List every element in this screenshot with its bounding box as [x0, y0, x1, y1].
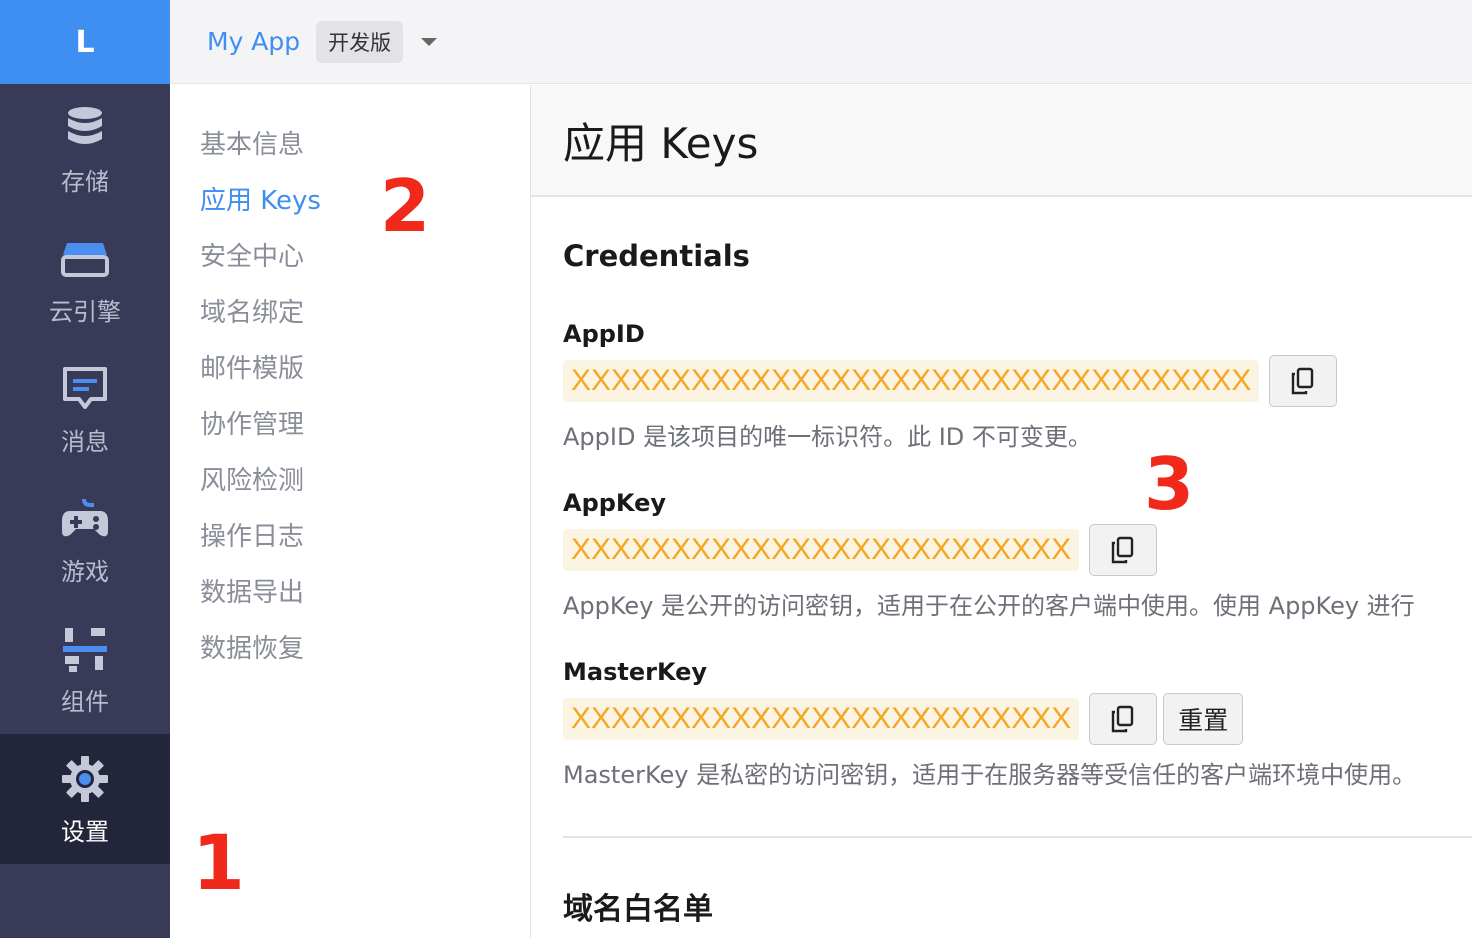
section-title-domain-whitelist: 域名白名单: [563, 892, 713, 927]
top-bar: My App 开发版: [170, 0, 1472, 84]
subnav-item-domain-binding[interactable]: 域名绑定: [170, 285, 530, 341]
copy-appid-button[interactable]: [1269, 355, 1338, 407]
page-title: 应用 Keys: [563, 118, 759, 168]
app-logo[interactable]: L: [0, 0, 170, 84]
rail-item-components[interactable]: 组件: [0, 604, 170, 734]
key-row: XXXXXXXXXXXXXXXXXXXXXXXXX 重置: [563, 693, 1472, 745]
key-row: XXXXXXXXXXXXXXXXXXXXXXXXX: [563, 524, 1472, 576]
rail-item-label: 存储: [61, 167, 109, 196]
annotation-3: 3: [1144, 442, 1195, 526]
main-rail: L 存储 云引擎 消息 游戏 组件 设置: [0, 0, 170, 938]
gear-icon: [58, 752, 112, 806]
subnav-item-basic-info[interactable]: 基本信息: [170, 117, 530, 173]
app-name-link[interactable]: My App: [207, 27, 300, 56]
field-label: AppID: [563, 320, 645, 348]
subnav-item-email-templates[interactable]: 邮件模版: [170, 341, 530, 397]
field-label: AppKey: [563, 489, 667, 517]
rail-item-cloud-engine[interactable]: 云引擎: [0, 214, 170, 344]
env-badge[interactable]: 开发版: [316, 20, 404, 63]
field-label: MasterKey: [563, 658, 708, 686]
section-divider: [563, 836, 1472, 838]
database-icon: [58, 102, 112, 156]
rail-item-message[interactable]: 消息: [0, 344, 170, 474]
copy-icon: [1112, 705, 1134, 733]
message-icon: [58, 362, 112, 416]
annotation-1: 1: [192, 818, 245, 907]
subnav-item-security[interactable]: 安全中心: [170, 229, 530, 285]
key-row: XXXXXXXXXXXXXXXXXXXXXXXXXXXXXXXXXX: [563, 355, 1472, 407]
field-appkey: AppKey XXXXXXXXXXXXXXXXXXXXXXXXX AppKey …: [563, 488, 1472, 621]
subnav-item-data-export[interactable]: 数据导出: [170, 565, 530, 621]
masterkey-value[interactable]: XXXXXXXXXXXXXXXXXXXXXXXXX: [563, 698, 1080, 740]
section-title-credentials: Credentials: [563, 239, 750, 273]
rail-item-storage[interactable]: 存储: [0, 84, 170, 214]
field-masterkey: MasterKey XXXXXXXXXXXXXXXXXXXXXXXXX 重置 M…: [563, 657, 1472, 790]
rail-item-game[interactable]: 游戏: [0, 474, 170, 604]
copy-icon: [1112, 536, 1134, 564]
rail-item-label: 组件: [61, 687, 109, 716]
rail-item-label: 设置: [61, 817, 109, 846]
copy-icon: [1292, 367, 1314, 395]
appid-value[interactable]: XXXXXXXXXXXXXXXXXXXXXXXXXXXXXXXXXX: [563, 360, 1260, 402]
rail-item-label: 消息: [61, 427, 109, 456]
rail-item-settings[interactable]: 设置: [0, 734, 170, 864]
rail-item-label: 云引擎: [49, 297, 121, 326]
content-body: Credentials AppID XXXXXXXXXXXXXXXXXXXXXX…: [531, 197, 1472, 928]
subnav-item-app-keys[interactable]: 应用 Keys: [170, 173, 530, 229]
content-header: 应用 Keys: [531, 85, 1472, 197]
field-description: MasterKey 是私密的访问密钥，适用于在服务器等受信任的客户端环境中使用。: [563, 761, 1417, 789]
chevron-down-icon[interactable]: [421, 37, 438, 46]
annotation-2: 2: [380, 164, 431, 248]
gamepad-icon: [58, 492, 112, 546]
subnav-item-operation-log[interactable]: 操作日志: [170, 509, 530, 565]
field-description: AppID 是该项目的唯一标识符。此 ID 不可变更。: [563, 423, 1092, 451]
server-icon: [58, 232, 112, 286]
appkey-value[interactable]: XXXXXXXXXXXXXXXXXXXXXXXXX: [563, 529, 1080, 571]
app-root: L 存储 云引擎 消息 游戏 组件 设置 My App 开发版 基本信息 应用 …: [0, 0, 1472, 938]
main-content: 应用 Keys Credentials AppID XXXXXXXXXXXXXX…: [530, 85, 1472, 938]
rail-item-label: 游戏: [61, 557, 109, 586]
reset-masterkey-button[interactable]: 重置: [1163, 693, 1244, 745]
field-appid: AppID XXXXXXXXXXXXXXXXXXXXXXXXXXXXXXXXXX…: [563, 319, 1472, 452]
settings-subnav: 基本信息 应用 Keys 安全中心 域名绑定 邮件模版 协作管理 风险检测 操作…: [170, 85, 530, 938]
field-description: AppKey 是公开的访问密钥，适用于在公开的客户端中使用。使用 AppKey …: [563, 592, 1415, 620]
subnav-item-collaboration[interactable]: 协作管理: [170, 397, 530, 453]
copy-appkey-button[interactable]: [1089, 524, 1158, 576]
subnav-item-data-restore[interactable]: 数据恢复: [170, 621, 530, 677]
components-icon: [58, 622, 112, 676]
subnav-item-risk-detection[interactable]: 风险检测: [170, 453, 530, 509]
copy-masterkey-button[interactable]: [1089, 693, 1158, 745]
